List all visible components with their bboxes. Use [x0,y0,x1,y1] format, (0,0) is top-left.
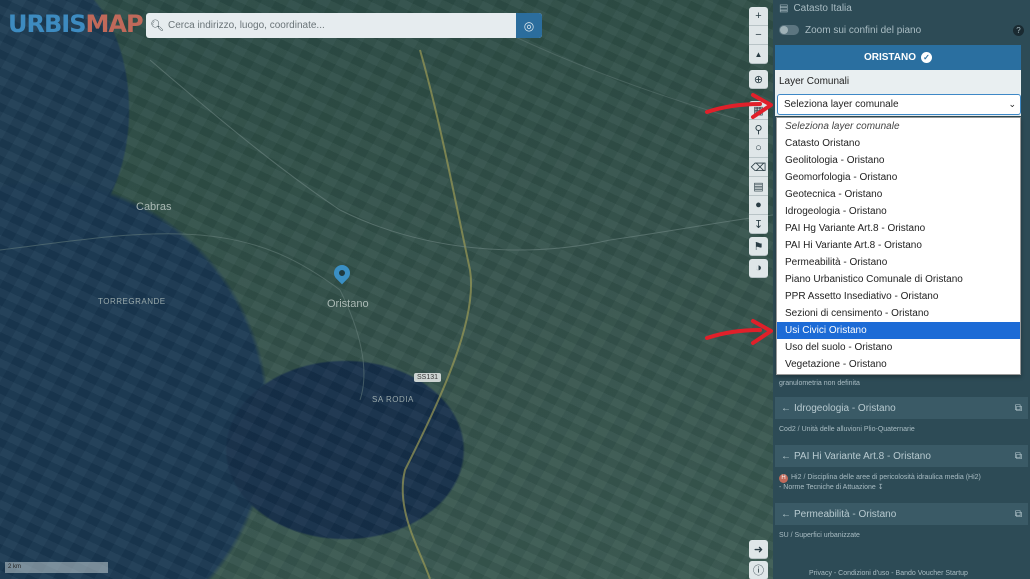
dropdown-option[interactable]: Geotecnica - Oristano [777,186,1020,203]
search-bar[interactable]: 🔍︎ Cerca indirizzo, luogo, coordinate...… [146,13,542,38]
zoom-out-button[interactable]: − [749,26,768,45]
section-pai-hi-detail: H Hi2 / Disciplina delle aree di pericolo… [773,467,1030,499]
dropdown-option[interactable]: Catasto Oristano [777,135,1020,152]
map-label-oristano: Oristano [327,298,369,310]
map-toolbar-bottom: ➜ ⓘ [749,540,768,579]
map-view[interactable]: URBISMAP 🔍︎ Cerca indirizzo, luogo, coor… [0,0,773,579]
dropdown-option[interactable]: PAI Hi Variante Art.8 - Oristano [777,237,1020,254]
dropdown-option[interactable]: PAI Hg Variante Art.8 - Oristano [777,220,1020,237]
info-icon[interactable]: ⓘ [749,561,768,579]
dropdown-option[interactable]: PPR Assetto Insediativo - Oristano [777,288,1020,305]
section-permeabilita[interactable]: ← Permeabilità - Oristano ⧉ [775,503,1028,525]
section-permeabilita-label: Permeabilità - Oristano [794,508,897,520]
catasto-label: Catasto Italia [793,2,852,14]
download-icon[interactable]: ↧ [749,215,768,234]
logo-part-urbis: URBIS [8,10,86,38]
dropdown-option[interactable]: Usi Civici Oristano [777,322,1020,339]
section-pai-hi-label: PAI Hi Variante Art.8 - Oristano [794,450,931,462]
dropdown-option[interactable]: Uso del suolo - Oristano [777,339,1020,356]
dropdown-option-placeholder[interactable]: Seleziona layer comunale [777,118,1020,135]
dropdown-option[interactable]: Piano Urbanistico Comunale di Oristano [777,271,1020,288]
annotation-arrow-icon [705,93,773,119]
map-label-sa-rodia: SA RODIA [372,395,414,404]
help-icon[interactable]: ? [1013,24,1024,36]
external-link-icon[interactable]: ⧉ [1015,509,1022,520]
logo-part-map: MAP [85,10,143,38]
dropdown-option[interactable]: Geolitologia - Oristano [777,152,1020,169]
layer-select-value: Seleziona layer comunale [784,99,899,110]
section-pai-hi-detail-text: Hi2 / Disciplina delle aree di pericolos… [791,474,981,481]
map-label-torregrande: TORREGRANDE [98,297,166,306]
section-idrogeologia[interactable]: ← Idrogeologia - Oristano ⧉ [775,397,1028,419]
search-icon: 🔍︎ [150,20,164,32]
layer-select[interactable]: Seleziona layer comunale ⌄ [777,94,1021,115]
check-icon: ✓ [921,52,933,63]
layer-dropdown-list[interactable]: Seleziona layer comunale Catasto Oristano… [776,117,1021,375]
arrow-left-icon: ← [781,508,791,520]
zoom-confini-toggle[interactable] [779,25,799,35]
layer-results: granulometria non definita ← Idrogeologi… [773,375,1030,547]
dropdown-option[interactable]: Sezioni di censimento - Oristano [777,305,1020,322]
road-label-ss131: SS131 [414,373,442,382]
app-logo[interactable]: URBISMAP [8,10,144,38]
draw-circle-icon[interactable]: ○ [749,139,768,158]
zoom-confini-label: Zoom sui confini del piano [805,24,922,36]
layers-icon[interactable]: ▤ [749,177,768,196]
zoom-in-button[interactable]: + [749,7,768,26]
arrow-left-icon: ← [781,402,791,414]
external-link-icon[interactable]: ⧉ [1015,451,1022,462]
bookmark-icon[interactable]: ⚑ [749,237,768,256]
catasto-icon: ▤ [779,2,789,14]
hazard-badge: H [779,474,788,483]
norme-link[interactable]: - Norme Tecniche di Attuazione [779,484,876,491]
municipality-header[interactable]: ORISTANO ✓ [775,45,1021,70]
catasto-row[interactable]: ▤ Catasto Italia [773,0,1030,16]
dropdown-option[interactable]: Permeabilità - Oristano [777,254,1020,271]
layer-comunali-box: Layer Comunali Seleziona layer comunale … [775,70,1021,116]
delete-icon[interactable]: ⌫ [749,158,768,177]
dropdown-option[interactable]: Geomorfologia - Oristano [777,169,1020,186]
annotation-arrow-icon [705,319,773,345]
footer-links[interactable]: Privacy - Condizioni d'uso - Bando Vouch… [809,570,968,577]
search-input[interactable]: Cerca indirizzo, luogo, coordinate... [168,20,516,31]
map-label-cabras: Cabras [136,201,172,213]
dropdown-option[interactable]: Vegetazione - Oristano [777,356,1020,373]
section-permeabilita-detail: SU / Superfici urbanizzate [779,532,860,539]
external-link-icon[interactable]: ⧉ [1015,403,1022,414]
place-marker-icon[interactable]: ● [749,196,768,215]
geolocate-icon[interactable]: ⊕ [749,70,768,89]
section-pai-hi[interactable]: ← PAI Hi Variante Art.8 - Oristano ⧉ [775,445,1028,467]
zoom-confini-row: Zoom sui confini del piano ? [773,16,1030,44]
map-roads [0,19,773,579]
municipality-name: ORISTANO [863,52,917,63]
section-idrogeologia-detail: Cod2 / Unità delle alluvioni Plio-Quater… [779,426,915,433]
map-toolbar: + − ▲ ⊕ ▦ ⚲ ○ ⌫ ▤ ● ↧ ⚑ ◑ [749,7,768,281]
layer-comunali-title: Layer Comunali [779,76,850,87]
dropdown-option[interactable]: Idrogeologia - Oristano [777,203,1020,220]
basemap-globe-icon[interactable]: ◑ [749,259,768,278]
collapse-panel-icon[interactable]: ➜ [749,540,768,559]
download-icon[interactable]: ↧ [878,484,884,491]
section-idrogeologia-label: Idrogeologia - Oristano [794,402,896,414]
arrow-left-icon: ← [781,450,791,462]
compass-north-button[interactable]: ▲ [749,45,768,64]
result-text: granulometria non definita [779,380,860,387]
chevron-down-icon: ⌄ [1008,99,1016,109]
scale-bar: 2 km [5,562,108,573]
globe-icon[interactable]: ◎ [516,13,542,38]
